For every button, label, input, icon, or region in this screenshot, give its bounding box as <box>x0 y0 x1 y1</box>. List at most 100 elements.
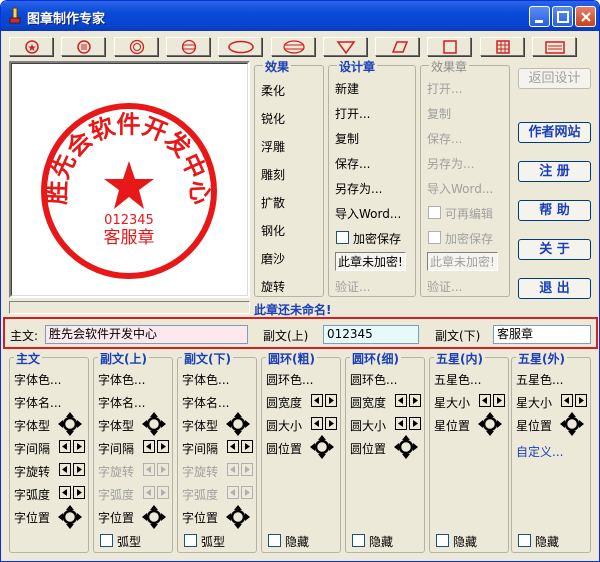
thick-ring-hide-checkbox[interactable] <box>268 534 281 547</box>
author-website-button[interactable]: 作者网站 <box>518 122 591 143</box>
thin-ring-size-arrows-icon[interactable] <box>395 417 423 430</box>
outer-star-size-arrows-icon[interactable] <box>561 394 589 407</box>
main-font-style-label: 字体型 <box>14 419 51 433</box>
effect-stamp-open: 打开... <box>427 82 463 96</box>
effect-steel[interactable]: 钢化 <box>261 222 285 239</box>
round-text-stamp-button[interactable] <box>61 37 105 56</box>
upper-rotation-arrows-icon[interactable] <box>143 463 171 476</box>
banded-oval-stamp-button[interactable] <box>271 37 315 56</box>
thin-ring-hide-label: 隐藏 <box>369 535 394 549</box>
main-font-color[interactable]: 字体色... <box>14 371 61 388</box>
design-save-as[interactable]: 另存为... <box>335 180 382 197</box>
effect-sharpen[interactable]: 锐化 <box>261 110 285 127</box>
close-button[interactable] <box>575 6 596 27</box>
upper-position-position-icon[interactable] <box>142 505 166 529</box>
upper-font-style-position-icon[interactable] <box>142 412 166 436</box>
thick-ring-color[interactable]: 圆环色... <box>266 371 313 388</box>
banded-round-stamp-button[interactable] <box>166 37 210 56</box>
outer-star-position-label: 星位置 <box>516 419 553 433</box>
effect-stamp-copy: 复制 <box>427 107 452 121</box>
effect-soften[interactable]: 柔化 <box>261 82 285 99</box>
main-font-style-position-icon[interactable] <box>58 412 82 436</box>
maximize-button[interactable] <box>552 6 573 27</box>
thin-ring-hide-checkbox[interactable] <box>352 534 365 547</box>
thick-ring-size-arrows-icon[interactable] <box>311 417 339 430</box>
effect-diffuse[interactable]: 扩散 <box>261 194 285 211</box>
outer-star-hide-checkbox[interactable] <box>518 534 531 547</box>
effect-rotate[interactable]: 旋转 <box>261 278 285 295</box>
upper-text-input[interactable]: 012345 <box>323 325 419 344</box>
double-ring-stamp-button[interactable] <box>114 37 158 56</box>
thin-ring-position-position-icon[interactable] <box>394 435 418 459</box>
main-position-position-icon[interactable] <box>58 505 82 529</box>
exit-button[interactable]: 退 出 <box>518 278 591 299</box>
inner-star-hide-label: 隐藏 <box>453 535 478 549</box>
design-save[interactable]: 保存... <box>335 155 370 172</box>
design-copy[interactable]: 复制 <box>335 130 359 147</box>
lower-rotation-label: 字旋转 <box>182 465 219 479</box>
upper-rotation-label: 字旋转 <box>98 465 135 479</box>
design-open[interactable]: 打开... <box>335 105 370 122</box>
thick-ring-position-position-icon[interactable] <box>310 435 334 459</box>
thin-ring-width-arrows-icon[interactable] <box>395 394 423 407</box>
register-button[interactable]: 注 册 <box>518 161 591 182</box>
inner-star-color[interactable]: 五星色... <box>434 371 481 388</box>
effect-engrave[interactable]: 雕刻 <box>261 166 285 183</box>
effect-stamp-save: 保存... <box>427 132 463 146</box>
design-encrypt-checkbox[interactable] <box>336 231 349 244</box>
main-rotation-arrows-icon[interactable] <box>59 463 87 476</box>
lower-arc-label: 字弧度 <box>182 488 219 502</box>
stamp-image: 胜先会软件开发中心 012345 客服章 <box>41 103 217 279</box>
main-arc-arrows-icon[interactable] <box>59 486 87 499</box>
thin-ring-color[interactable]: 圆环色... <box>350 371 397 388</box>
outer-star-color[interactable]: 五星色... <box>516 371 563 388</box>
minimize-icon <box>535 20 543 23</box>
square-stamp-button[interactable] <box>427 37 471 56</box>
rectangle-stamp-button[interactable] <box>532 37 576 56</box>
outer-star-position-position-icon[interactable] <box>560 412 584 436</box>
triangle-stamp-button[interactable] <box>323 37 367 56</box>
inner-star-hide-checkbox[interactable] <box>436 534 449 547</box>
lower-rotation-arrows-icon[interactable] <box>227 463 255 476</box>
main-spacing-arrows-icon[interactable] <box>59 440 87 453</box>
round-star-stamp-button[interactable] <box>9 37 53 56</box>
main-font-name[interactable]: 字体名... <box>14 394 61 411</box>
inner-star-position-position-icon[interactable] <box>478 412 502 436</box>
design-import-word[interactable]: 导入Word... <box>335 205 401 222</box>
parallelogram-stamp-button[interactable] <box>375 37 419 56</box>
lower-spacing-arrows-icon[interactable] <box>227 440 255 453</box>
lower-arc-arrows-icon[interactable] <box>227 486 255 499</box>
main-text-input[interactable]: 胜先会软件开发中心 <box>45 325 248 344</box>
oval-stamp-button[interactable] <box>218 37 262 56</box>
lower-position-position-icon[interactable] <box>226 505 250 529</box>
design-new[interactable]: 新建 <box>335 80 359 97</box>
thick-ring-width-arrows-icon[interactable] <box>311 394 339 407</box>
upper-font-name[interactable]: 字体名... <box>98 394 145 411</box>
lower-text-input[interactable]: 客服章 <box>493 325 591 344</box>
outer-star-custom-link[interactable]: 自定义... <box>516 443 563 460</box>
lower-font-color[interactable]: 字体色... <box>182 371 229 388</box>
status-bar <box>9 301 250 314</box>
effect-stamp-title: 效果章 <box>429 58 470 75</box>
upper-font-color[interactable]: 字体色... <box>98 371 145 388</box>
lower-font-name[interactable]: 字体名... <box>182 394 229 411</box>
about-button[interactable]: 关 于 <box>518 239 591 260</box>
upper-arc-arrows-icon[interactable] <box>143 486 171 499</box>
design-stamp-group: 设计章 新建 打开... 复制 保存... 另存为... 导入Word... 加… <box>328 58 416 297</box>
panel-main-text-title: 主文 <box>14 350 43 367</box>
effect-emboss[interactable]: 浮雕 <box>261 138 285 155</box>
upper-position-label: 字位置 <box>98 511 135 525</box>
lower-font-style-position-icon[interactable] <box>226 412 250 436</box>
upper-arc-checkbox[interactable] <box>100 534 113 547</box>
upper-spacing-arrows-icon[interactable] <box>143 440 171 453</box>
back-to-design-button[interactable]: 返回设计 <box>518 68 591 89</box>
help-button[interactable]: 帮 助 <box>518 200 591 221</box>
grid-stamp-button[interactable] <box>480 37 524 56</box>
effect-stamp-encrypt-status: 此章未加密! <box>427 252 498 271</box>
parallelogram-icon <box>391 41 409 53</box>
minimize-button[interactable] <box>529 6 550 27</box>
effect-frost[interactable]: 磨沙 <box>261 250 285 267</box>
banded-oval-icon <box>283 40 305 54</box>
inner-star-size-arrows-icon[interactable] <box>479 394 507 407</box>
lower-arc-checkbox[interactable] <box>184 534 197 547</box>
